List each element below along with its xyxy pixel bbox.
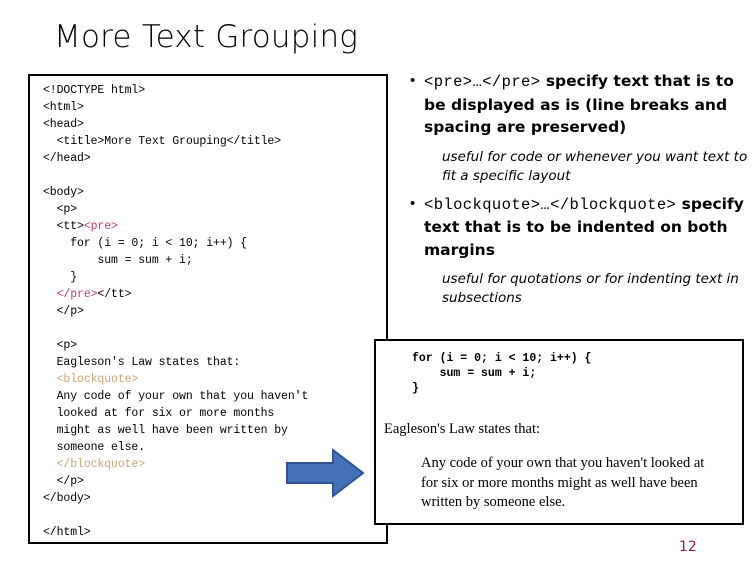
bullet-text-pre: <pre>…</pre> specify text that is to be … — [424, 70, 750, 139]
output-lead-text: Eagleson's Law states that: — [384, 421, 541, 437]
bullet-item-blockquote: • <blockquote>…</blockquote> specify tex… — [410, 193, 750, 262]
rendered-output-box: for (i = 0; i < 10; i++) { sum = sum + i… — [374, 339, 744, 525]
bullet-dot-icon: • — [410, 194, 416, 212]
inline-ellipsis-blockquote: … — [540, 195, 551, 214]
inline-code-pre-close: </pre> — [482, 73, 541, 91]
bullet-item-pre: • <pre>…</pre> specify text that is to b… — [410, 70, 750, 139]
sub-note-pre: useful for code or whenever you want tex… — [442, 148, 748, 184]
inline-code-blockquote-open: <blockquote> — [424, 195, 541, 214]
html-source-code-listing: <!DOCTYPE html> <html> <head> <title>Mor… — [43, 84, 309, 539]
bullet-dot-icon: • — [410, 72, 416, 89]
explanation-bullet-list: • <pre>…</pre> specify text that is to b… — [410, 70, 750, 315]
output-preformatted-code: for (i = 0; i < 10; i++) { sum = sum + i… — [412, 352, 592, 395]
right-arrow-icon — [286, 447, 364, 499]
inline-code-blockquote-close: </blockquote> — [550, 195, 677, 214]
bullet-text-blockquote: <blockquote>…</blockquote> specify text … — [424, 193, 750, 262]
inline-code-pre-open: <pre> — [424, 73, 473, 91]
page-title: More Text Grouping — [54, 19, 359, 55]
sub-note-blockquote: useful for quotations or for indenting t… — [442, 271, 739, 306]
page-number: 12 — [679, 539, 697, 555]
inline-ellipsis-pre: … — [472, 73, 483, 91]
output-blockquote-text: Any code of your own that you haven't lo… — [421, 455, 705, 510]
